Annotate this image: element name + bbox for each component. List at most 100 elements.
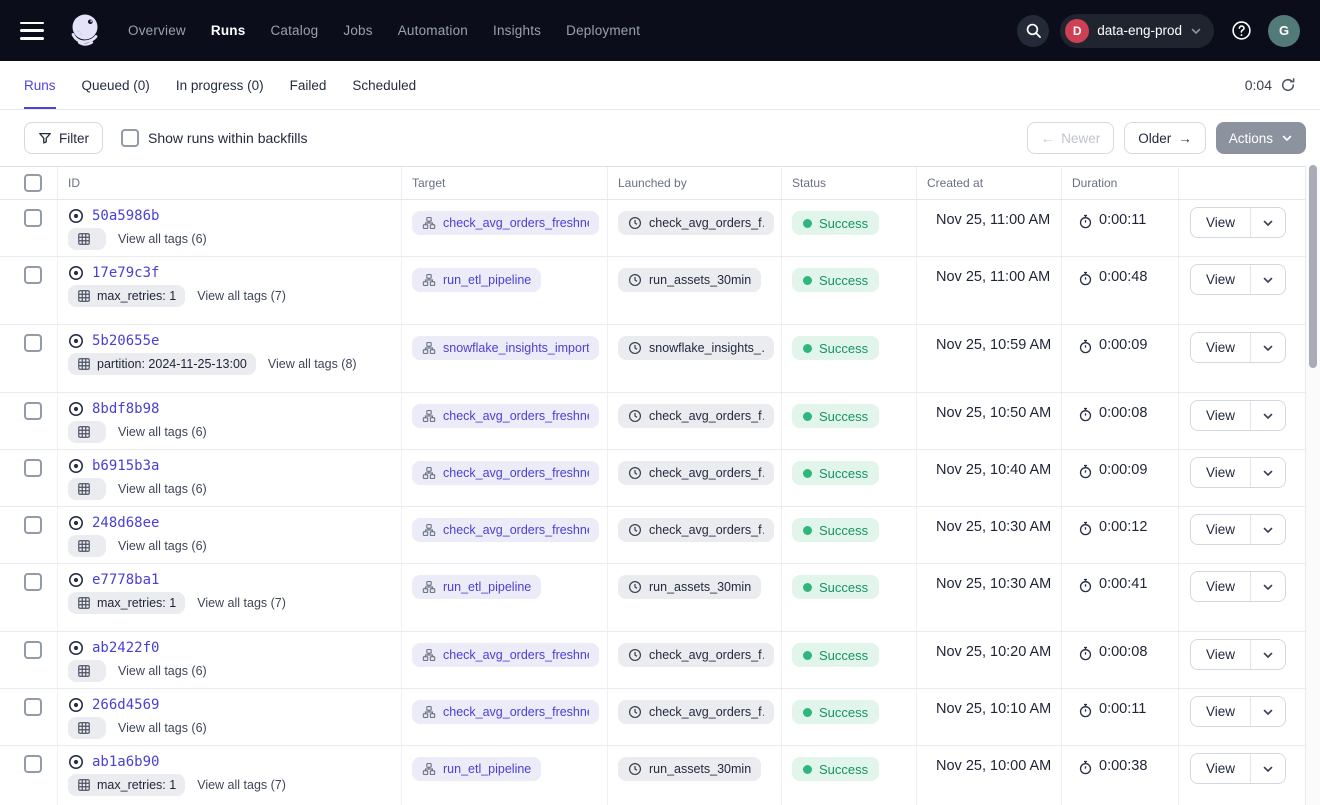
view-dropdown-button[interactable]: [1250, 333, 1285, 362]
view-dropdown-button[interactable]: [1250, 208, 1285, 237]
nav-item-overview[interactable]: Overview: [128, 23, 186, 38]
select-all-checkbox[interactable]: [24, 174, 42, 192]
target-pill[interactable]: run_etl_pipeline: [412, 268, 541, 292]
target-pill[interactable]: check_avg_orders_freshne: [412, 461, 599, 485]
nav-item-insights[interactable]: Insights: [493, 23, 541, 38]
row-checkbox[interactable]: [24, 573, 42, 591]
deployment-selector[interactable]: D data-eng-prod: [1060, 14, 1214, 48]
view-run-button[interactable]: View: [1191, 208, 1250, 237]
view-run-button[interactable]: View: [1191, 640, 1250, 669]
target-pill[interactable]: check_avg_orders_freshne: [412, 404, 599, 428]
older-button[interactable]: Older →: [1124, 122, 1206, 154]
launched-by-pill[interactable]: snowflake_insights_…: [618, 336, 774, 360]
view-run-button[interactable]: View: [1191, 697, 1250, 726]
partition-grid-icon: [77, 425, 91, 439]
row-checkbox[interactable]: [24, 334, 42, 352]
row-checkbox[interactable]: [24, 755, 42, 773]
run-id-link[interactable]: ab1a6b90: [92, 754, 159, 770]
view-all-tags-link[interactable]: View all tags (6): [118, 425, 207, 439]
launched-by-pill[interactable]: check_avg_orders_f…: [618, 461, 774, 485]
view-run-button[interactable]: View: [1191, 572, 1250, 601]
view-dropdown-button[interactable]: [1250, 697, 1285, 726]
user-avatar[interactable]: G: [1268, 15, 1300, 47]
row-checkbox[interactable]: [24, 698, 42, 716]
target-pill[interactable]: run_etl_pipeline: [412, 575, 541, 599]
target-pill[interactable]: check_avg_orders_freshne: [412, 211, 599, 235]
launched-by-pill[interactable]: check_avg_orders_f…: [618, 518, 774, 542]
view-all-tags-link[interactable]: View all tags (6): [118, 482, 207, 496]
target-pill[interactable]: run_etl_pipeline: [412, 757, 541, 781]
tab-failed[interactable]: Failed: [290, 61, 327, 109]
row-checkbox[interactable]: [24, 209, 42, 227]
duration-text: 0:00:41: [1099, 576, 1147, 592]
nav-item-jobs[interactable]: Jobs: [343, 23, 372, 38]
row-checkbox[interactable]: [24, 516, 42, 534]
view-dropdown-button[interactable]: [1250, 265, 1285, 294]
run-id-link[interactable]: 266d4569: [92, 697, 159, 713]
run-id-link[interactable]: 50a5986b: [92, 208, 159, 224]
backfills-checkbox[interactable]: [121, 129, 139, 147]
view-all-tags-link[interactable]: View all tags (7): [197, 596, 286, 610]
target-pill[interactable]: check_avg_orders_freshne: [412, 700, 599, 724]
run-id-link[interactable]: 5b20655e: [92, 333, 159, 349]
tab-scheduled[interactable]: Scheduled: [352, 61, 416, 109]
run-id-link[interactable]: e7778ba1: [92, 572, 159, 588]
launched-by-pill[interactable]: run_assets_30min: [618, 757, 761, 781]
view-all-tags-link[interactable]: View all tags (7): [197, 778, 286, 792]
view-run-button[interactable]: View: [1191, 401, 1250, 430]
nav-item-automation[interactable]: Automation: [398, 23, 468, 38]
run-id-link[interactable]: 248d68ee: [92, 515, 159, 531]
tab-runs[interactable]: Runs: [24, 61, 56, 109]
view-dropdown-button[interactable]: [1250, 640, 1285, 669]
run-id-link[interactable]: b6915b3a: [92, 458, 159, 474]
view-dropdown-button[interactable]: [1250, 515, 1285, 544]
view-run-button[interactable]: View: [1191, 333, 1250, 362]
tab-queued-0[interactable]: Queued (0): [82, 61, 150, 109]
actions-button[interactable]: Actions: [1216, 122, 1306, 154]
nav-item-runs[interactable]: Runs: [211, 23, 246, 38]
refresh-icon[interactable]: [1280, 77, 1296, 93]
newer-button[interactable]: ← Newer: [1027, 122, 1115, 154]
row-checkbox[interactable]: [24, 402, 42, 420]
target-pill[interactable]: check_avg_orders_freshne: [412, 518, 599, 542]
view-dropdown-button[interactable]: [1250, 458, 1285, 487]
scrollbar-thumb[interactable]: [1309, 165, 1317, 368]
launched-by-pill[interactable]: run_assets_30min: [618, 575, 761, 599]
run-id-link[interactable]: 8bdf8b98: [92, 401, 159, 417]
view-run-button[interactable]: View: [1191, 265, 1250, 294]
row-checkbox[interactable]: [24, 641, 42, 659]
nav-item-deployment[interactable]: Deployment: [566, 23, 640, 38]
launched-by-pill[interactable]: check_avg_orders_f…: [618, 700, 774, 724]
view-run-button[interactable]: View: [1191, 754, 1250, 783]
launched-by-pill[interactable]: check_avg_orders_f…: [618, 211, 774, 235]
help-button[interactable]: [1225, 15, 1257, 47]
hamburger-menu-icon[interactable]: [20, 22, 44, 40]
view-dropdown-button[interactable]: [1250, 401, 1285, 430]
dagster-logo-icon[interactable]: [66, 11, 106, 51]
target-pill[interactable]: check_avg_orders_freshne: [412, 643, 599, 667]
created-at-cell: Nov 25, 10:40 AM: [917, 450, 1062, 506]
view-all-tags-link[interactable]: View all tags (6): [118, 721, 207, 735]
view-run-button[interactable]: View: [1191, 458, 1250, 487]
run-id-link[interactable]: ab2422f0: [92, 640, 159, 656]
view-dropdown-button[interactable]: [1250, 754, 1285, 783]
row-checkbox[interactable]: [24, 266, 42, 284]
run-id-link[interactable]: 17e79c3f: [92, 265, 159, 281]
view-all-tags-link[interactable]: View all tags (8): [268, 357, 357, 371]
view-all-tags-link[interactable]: View all tags (7): [197, 289, 286, 303]
target-pill[interactable]: snowflake_insights_import: [412, 336, 599, 360]
row-checkbox[interactable]: [24, 459, 42, 477]
duration-text: 0:00:09: [1099, 462, 1147, 478]
nav-item-catalog[interactable]: Catalog: [270, 23, 318, 38]
filter-button[interactable]: Filter: [24, 122, 103, 154]
view-dropdown-button[interactable]: [1250, 572, 1285, 601]
view-run-button[interactable]: View: [1191, 515, 1250, 544]
view-all-tags-link[interactable]: View all tags (6): [118, 232, 207, 246]
launched-by-pill[interactable]: check_avg_orders_f…: [618, 643, 774, 667]
view-all-tags-link[interactable]: View all tags (6): [118, 664, 207, 678]
launched-by-pill[interactable]: run_assets_30min: [618, 268, 761, 292]
tab-in-progress-0[interactable]: In progress (0): [176, 61, 264, 109]
launched-by-pill[interactable]: check_avg_orders_f…: [618, 404, 774, 428]
view-all-tags-link[interactable]: View all tags (6): [118, 539, 207, 553]
search-button[interactable]: [1017, 15, 1049, 47]
